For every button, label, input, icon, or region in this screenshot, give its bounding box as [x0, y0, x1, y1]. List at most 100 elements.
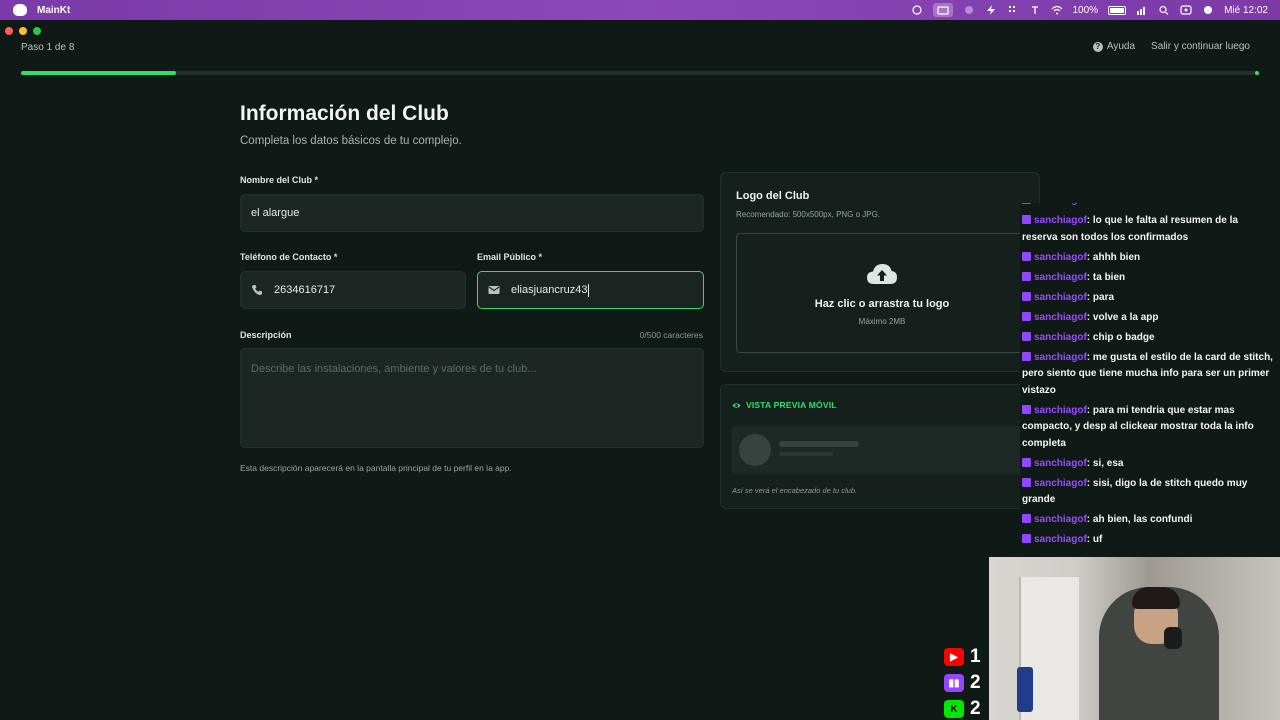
- twitch-badge-icon: [1022, 404, 1031, 414]
- logo-card-subtitle: Recomendado: 500x500px, PNG o JPG.: [736, 210, 881, 219]
- menubar-status-area: 100% Mié 12:02: [911, 0, 1268, 20]
- step-indicator: Paso 1 de 8: [21, 42, 75, 53]
- progress-end-dot: [1255, 71, 1259, 75]
- kick-icon: K: [944, 700, 964, 718]
- youtube-count: 1: [970, 646, 981, 667]
- apple-icon[interactable]: [13, 4, 27, 16]
- twitch-icon: ▮▮: [944, 674, 964, 692]
- chat-username: sanchiagof: [1034, 404, 1087, 416]
- page-subtitle: Completa los datos básicos de tu complej…: [240, 135, 462, 147]
- logo-card-title: Logo del Club: [736, 190, 810, 202]
- menubar-clock[interactable]: Mié 12:02: [1224, 5, 1268, 16]
- app-name-menu[interactable]: MainKt: [37, 5, 70, 16]
- cloud-upload-icon: [867, 264, 897, 284]
- chat-username: sanchiagof: [1034, 271, 1087, 283]
- chat-username: sanchiagof: [1034, 311, 1087, 323]
- chat-username: sanchiagof: [1034, 215, 1087, 226]
- chat-message: sanchiagof: lo que le falta al resumen d…: [1020, 213, 1280, 246]
- display-icon[interactable]: [932, 3, 953, 17]
- skeleton-avatar: [739, 434, 771, 466]
- wifi-icon[interactable]: [1051, 5, 1063, 15]
- description-textarea[interactable]: Describe las instalaciones, ambiente y v…: [240, 348, 704, 448]
- twitch-badge-icon: [1022, 251, 1031, 261]
- twitch-count: 2: [970, 672, 981, 693]
- progress-bar: [21, 71, 1259, 75]
- chat-text: : uf: [1086, 534, 1103, 545]
- kick-count: 2: [970, 698, 981, 719]
- twitch-badge-icon: [1022, 351, 1031, 361]
- chat-text: : si, esa: [1086, 457, 1124, 469]
- zoom-window-button[interactable]: [33, 27, 41, 35]
- eye-icon: [732, 402, 741, 408]
- minimize-window-button[interactable]: [19, 27, 27, 35]
- chat-text: : ahhh bien: [1086, 251, 1141, 263]
- siri-icon[interactable]: [1202, 5, 1214, 15]
- grid-icon[interactable]: [1007, 5, 1019, 15]
- chat-message: sanchiagof: me gusta el estilo de la car…: [1020, 350, 1280, 400]
- club-name-label: Nombre del Club *: [240, 175, 319, 185]
- skeleton-line: [779, 441, 859, 447]
- description-label: Descripción: [240, 330, 292, 340]
- viewer-count-row: ▶ 1: [944, 644, 990, 670]
- clock-app-icon[interactable]: [1029, 5, 1041, 15]
- chat-username: sanchiagof: [1034, 331, 1087, 343]
- chat-message: sanchiagof: para mi tendria que estar ma…: [1020, 403, 1280, 453]
- club-name-input[interactable]: el alargue: [240, 194, 704, 232]
- search-icon[interactable]: [1158, 5, 1170, 15]
- mobile-preview-footer: Así se verá el encabezado de tu club.: [732, 486, 858, 495]
- help-link[interactable]: ? Ayuda: [1092, 41, 1135, 52]
- chat-text: : chip o badge: [1086, 331, 1155, 343]
- description-counter: 0/500 caracteres: [639, 330, 703, 340]
- chat-text: : ta bien: [1086, 271, 1126, 283]
- close-window-button[interactable]: [5, 27, 13, 35]
- chat-message: sanchiagof: chip o badge: [1020, 330, 1280, 347]
- skeleton-line: [779, 452, 833, 456]
- description-hint: Esta descripción aparecerá en la pantall…: [240, 463, 512, 473]
- chat-username: sanchiagof: [1034, 457, 1087, 469]
- chat-text: : volve a la app: [1086, 311, 1159, 323]
- dot-icon[interactable]: [963, 5, 975, 15]
- chat-message: sanchiagof: esta bueno: [1020, 203, 1280, 210]
- description-placeholder: Describe las instalaciones, ambiente y v…: [251, 363, 537, 375]
- dropzone-title: Haz clic o arrastra tu logo: [814, 298, 950, 310]
- email-value: eliasjuancruz43: [511, 284, 588, 296]
- email-input[interactable]: eliasjuancruz43: [477, 271, 704, 309]
- email-label: Email Público *: [477, 252, 543, 262]
- bolt-icon[interactable]: [985, 5, 997, 15]
- chat-username: sanchiagof: [1034, 351, 1087, 363]
- chat-text: : para: [1086, 291, 1115, 303]
- youtube-icon: ▶: [944, 648, 964, 666]
- cellular-icon[interactable]: [1136, 5, 1148, 15]
- chat-username: sanchiagof: [1034, 534, 1087, 545]
- phone-value: 2634616717: [274, 284, 336, 296]
- screen-record-icon[interactable]: [911, 5, 923, 15]
- twitch-badge-icon: [1022, 215, 1031, 224]
- progress-fill: [21, 71, 176, 75]
- macos-menubar: MainKt 100% Mié 12:02: [0, 0, 1280, 20]
- control-center-icon[interactable]: [1180, 5, 1192, 15]
- twitch-badge-icon: [1022, 331, 1031, 341]
- chat-text: : ah bien, las confundi: [1086, 514, 1193, 525]
- chat-username: sanchiagof: [1034, 477, 1087, 489]
- page-title: Información del Club: [240, 102, 449, 125]
- twitch-badge-icon: [1022, 457, 1031, 467]
- chat-username: sanchiagof: [1034, 203, 1087, 206]
- twitch-badge-icon: [1022, 514, 1031, 523]
- chat-text: : esta bueno: [1087, 203, 1146, 206]
- logo-card: Logo del Club Recomendado: 500x500px, PN…: [720, 172, 1040, 372]
- twitch-badge-icon: [1022, 311, 1031, 321]
- chat-message: sanchiagof: sisi, digo la de stitch qued…: [1020, 476, 1280, 509]
- chat-message: sanchiagof: para: [1020, 290, 1280, 307]
- phone-label: Teléfono de Contacto *: [240, 252, 338, 262]
- chat-username: sanchiagof: [1034, 251, 1087, 263]
- battery-icon[interactable]: [1108, 5, 1127, 15]
- phone-input[interactable]: 2634616717: [240, 271, 466, 309]
- save-exit-link[interactable]: Salir y continuar luego: [1151, 41, 1250, 52]
- webcam-microphone: [1164, 627, 1182, 649]
- chat-message: sanchiagof: ta bien: [1020, 270, 1280, 287]
- logo-dropzone[interactable]: Haz clic o arrastra tu logo Máximo 2MB: [736, 233, 1026, 353]
- mail-icon: [487, 283, 501, 297]
- battery-percent: 100%: [1072, 4, 1099, 16]
- phone-icon: [250, 283, 264, 297]
- preview-header-skeleton: [731, 426, 1031, 474]
